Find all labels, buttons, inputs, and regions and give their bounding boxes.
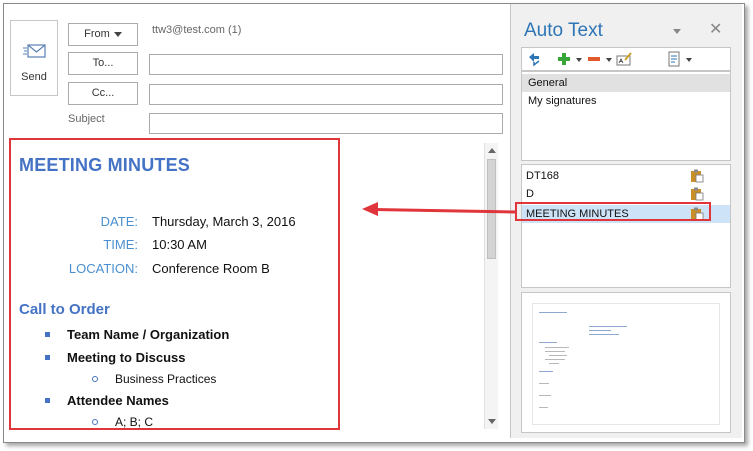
chevron-down-icon[interactable] <box>606 58 612 62</box>
preview-line <box>545 347 569 348</box>
autotext-entry-list: DT168 D MEETING MINUTES <box>521 164 731 288</box>
clipboard-icon <box>691 187 704 201</box>
preview-line <box>539 371 553 372</box>
close-icon[interactable]: ✕ <box>709 19 722 39</box>
annotation-arrow-icon <box>362 202 378 216</box>
highlight-box-message <box>9 138 340 430</box>
autotext-pane: Auto Text ✕ General My signatures DT168 <box>510 4 742 438</box>
entry-item[interactable]: DT168 <box>522 167 730 185</box>
add-icon[interactable] <box>556 51 572 67</box>
message-scrollbar[interactable] <box>484 143 498 429</box>
properties-icon[interactable] <box>666 51 682 67</box>
remove-icon[interactable] <box>586 51 602 67</box>
preview-line <box>545 351 565 352</box>
preview-page <box>532 303 720 425</box>
cc-label: Cc... <box>91 87 115 99</box>
preview-line <box>539 312 567 313</box>
chevron-down-icon <box>113 31 122 37</box>
category-item-general[interactable]: General <box>522 74 730 92</box>
pane-options-icon[interactable] <box>673 29 681 34</box>
to-button[interactable]: To... <box>68 52 138 75</box>
scroll-up-icon[interactable] <box>488 148 496 153</box>
from-address: ttw3@test.com (1) <box>152 24 242 36</box>
preview-line <box>589 334 619 335</box>
send-button[interactable]: Send <box>10 20 58 96</box>
subject-label: Subject <box>68 113 105 125</box>
category-item-my-signatures[interactable]: My signatures <box>522 92 730 110</box>
subject-field[interactable] <box>149 113 503 134</box>
preview-line <box>589 330 611 331</box>
to-label: To... <box>92 57 114 69</box>
scroll-down-icon[interactable] <box>488 419 496 424</box>
preview-line <box>549 363 559 364</box>
clipboard-icon <box>691 169 704 183</box>
preview-line <box>539 395 551 396</box>
preview-line <box>539 383 549 384</box>
category-list: General My signatures <box>521 71 731 161</box>
from-button[interactable]: From <box>68 23 138 46</box>
cc-button[interactable]: Cc... <box>68 82 138 105</box>
preview-line <box>545 359 565 360</box>
preview-line <box>539 407 548 408</box>
refresh-icon[interactable] <box>526 51 542 67</box>
autotext-toolbar <box>521 47 731 71</box>
send-envelope-icon <box>23 44 46 58</box>
rename-icon[interactable] <box>616 51 632 67</box>
send-label: Send <box>21 71 47 83</box>
pane-title: Auto Text <box>524 20 603 41</box>
entry-label: DT168 <box>526 170 560 182</box>
highlight-box-entry <box>515 202 711 221</box>
from-label: From <box>84 28 110 40</box>
preview-line <box>549 355 567 356</box>
chevron-down-icon[interactable] <box>576 58 582 62</box>
to-field[interactable] <box>149 54 503 75</box>
preview-line <box>539 342 557 343</box>
autotext-preview <box>521 292 731 433</box>
entry-label: D <box>526 188 534 200</box>
cc-field[interactable] <box>149 84 503 105</box>
preview-line <box>589 326 627 327</box>
entry-item[interactable]: D <box>522 185 730 203</box>
chevron-down-icon[interactable] <box>686 58 692 62</box>
